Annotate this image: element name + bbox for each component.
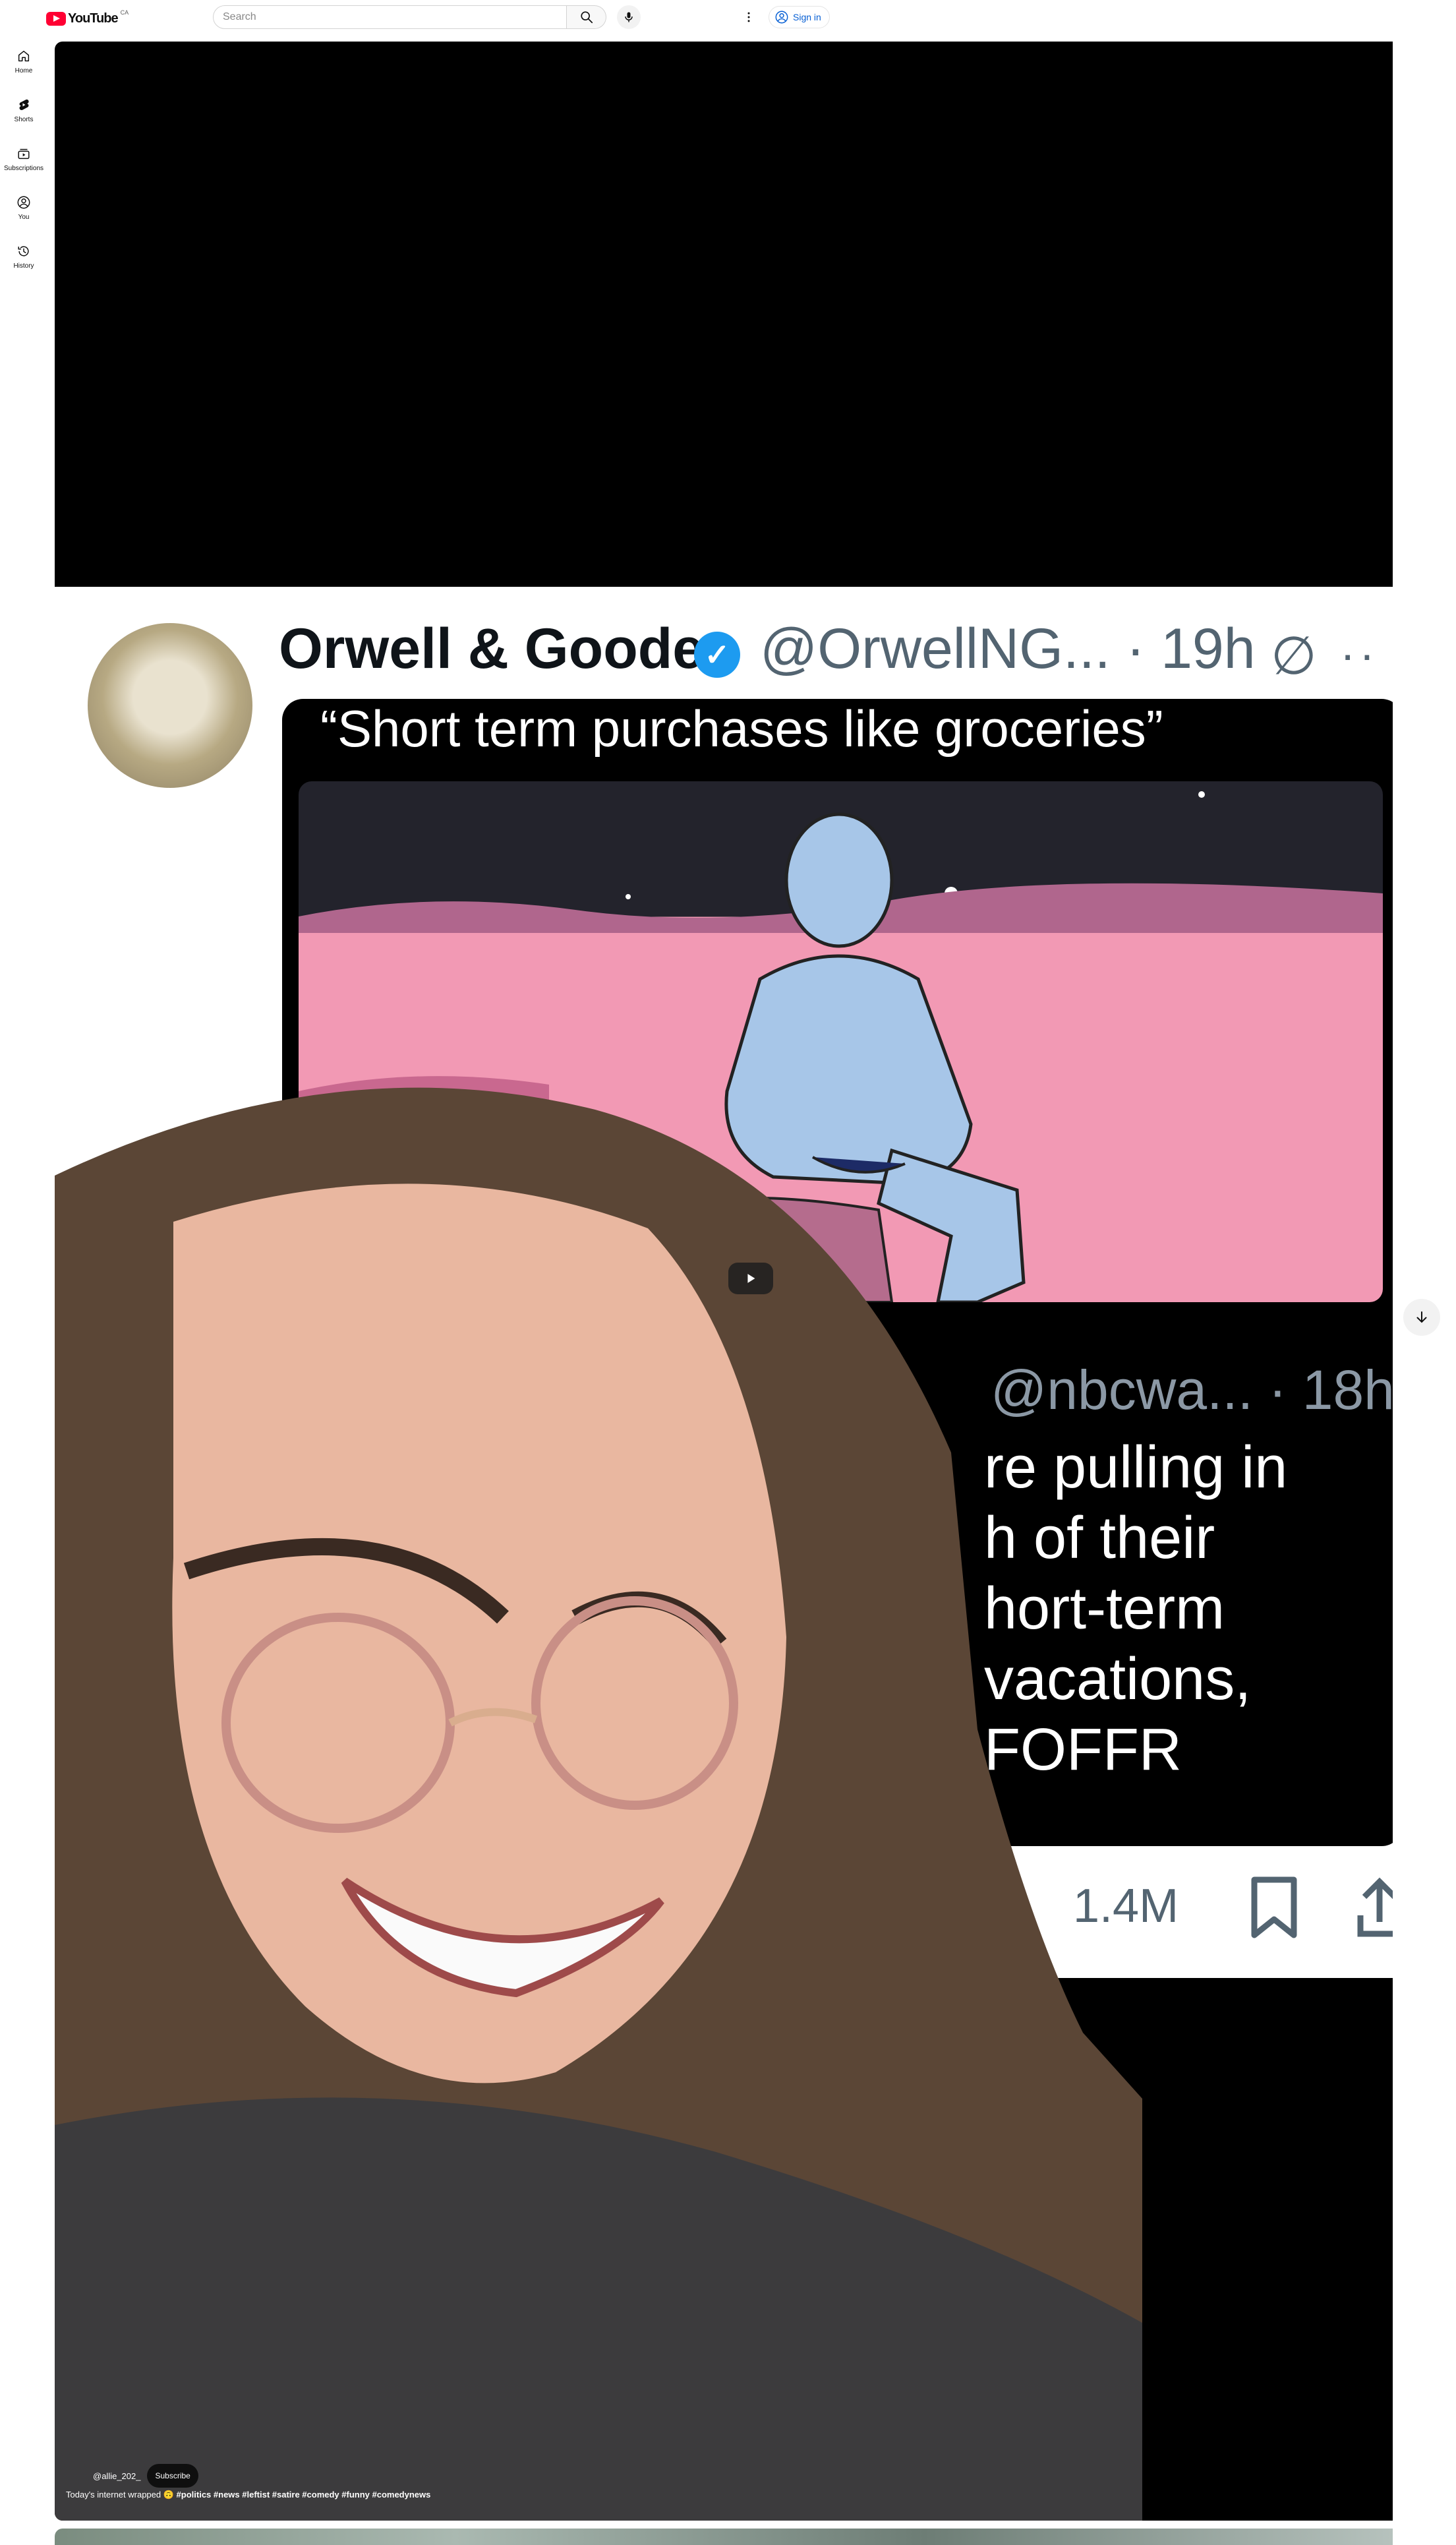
quoted-tweet-text: “Short term purchases like groceries” [320, 700, 1163, 758]
next-short-preview[interactable] [55, 2529, 1393, 2545]
caption-text: Today's internet wrapped 🙃 [66, 2490, 174, 2500]
play-button[interactable] [728, 1263, 773, 1294]
guide-item-subscriptions[interactable]: Subscriptions [0, 135, 47, 183]
tweet-author-name: Orwell & Goode [279, 617, 705, 680]
guide-item-history[interactable]: History [0, 232, 47, 281]
shorts-icon [19, 99, 29, 110]
arrow-down-icon [1416, 1311, 1427, 1323]
search-button[interactable] [567, 5, 606, 29]
home-icon [18, 50, 30, 61]
masthead: YouTube CA Sign in [0, 0, 1456, 37]
microphone-icon [625, 12, 633, 22]
tweet-more-icon: ·· [1340, 628, 1379, 680]
settings-menu-button[interactable] [737, 5, 761, 29]
guide-label-subscriptions: Subscriptions [3, 164, 44, 172]
video-caption: Today's internet wrapped 🙃 #politics #ne… [66, 2490, 430, 2500]
bookmark-icon [1251, 1876, 1297, 1938]
grok-icon: ∅ [1271, 626, 1317, 685]
voice-search-button[interactable] [617, 5, 641, 29]
play-icon [747, 1274, 755, 1283]
youtube-logo[interactable]: YouTube CA [46, 9, 129, 28]
search-icon [580, 11, 593, 24]
guide-item-shorts[interactable]: Shorts [0, 86, 47, 135]
sign-in-button[interactable]: Sign in [769, 6, 830, 28]
subscriptions-icon [18, 148, 30, 159]
logo-country-code: CA [120, 9, 129, 16]
creator-video [55, 1087, 1142, 2521]
account-circle-icon [775, 11, 788, 24]
shorts-player[interactable]: Orwell & Goode ✓ @OrwellNG... · 19h ∅ ··… [55, 42, 1393, 2521]
subscribe-button[interactable]: Subscribe [147, 2464, 198, 2488]
shorts-channel-bar: @allie_202_ Subscribe [93, 2464, 198, 2488]
guide-label-shorts: Shorts [14, 115, 34, 123]
guide-item-home[interactable]: Home [0, 37, 47, 86]
share-icon [1357, 1877, 1393, 1937]
tweet-avatar [88, 623, 252, 788]
more-vert-icon [747, 12, 750, 22]
guide-label-you: You [18, 213, 30, 221]
youtube-play-icon [46, 11, 66, 26]
guide-label-history: History [13, 262, 34, 270]
history-icon [18, 245, 29, 256]
search-box[interactable] [213, 5, 567, 29]
sign-in-label: Sign in [793, 12, 821, 22]
logo-text: YouTube [68, 11, 119, 26]
you-icon [17, 196, 30, 208]
guide-label-home: Home [15, 67, 33, 75]
verified-badge-icon: ✓ [694, 632, 740, 678]
guide-item-you[interactable]: You [0, 183, 47, 232]
search-input[interactable] [214, 6, 566, 28]
channel-name[interactable]: @allie_202_ [93, 2471, 140, 2481]
tweet-author-handle: @OrwellNG... · 19h [760, 617, 1256, 680]
caption-hashtags[interactable]: #politics #news #leftist #satire #comedy… [177, 2490, 431, 2500]
mini-guide: Home Shorts Subscriptions You History [0, 37, 47, 281]
next-video-button[interactable] [1403, 1299, 1440, 1336]
